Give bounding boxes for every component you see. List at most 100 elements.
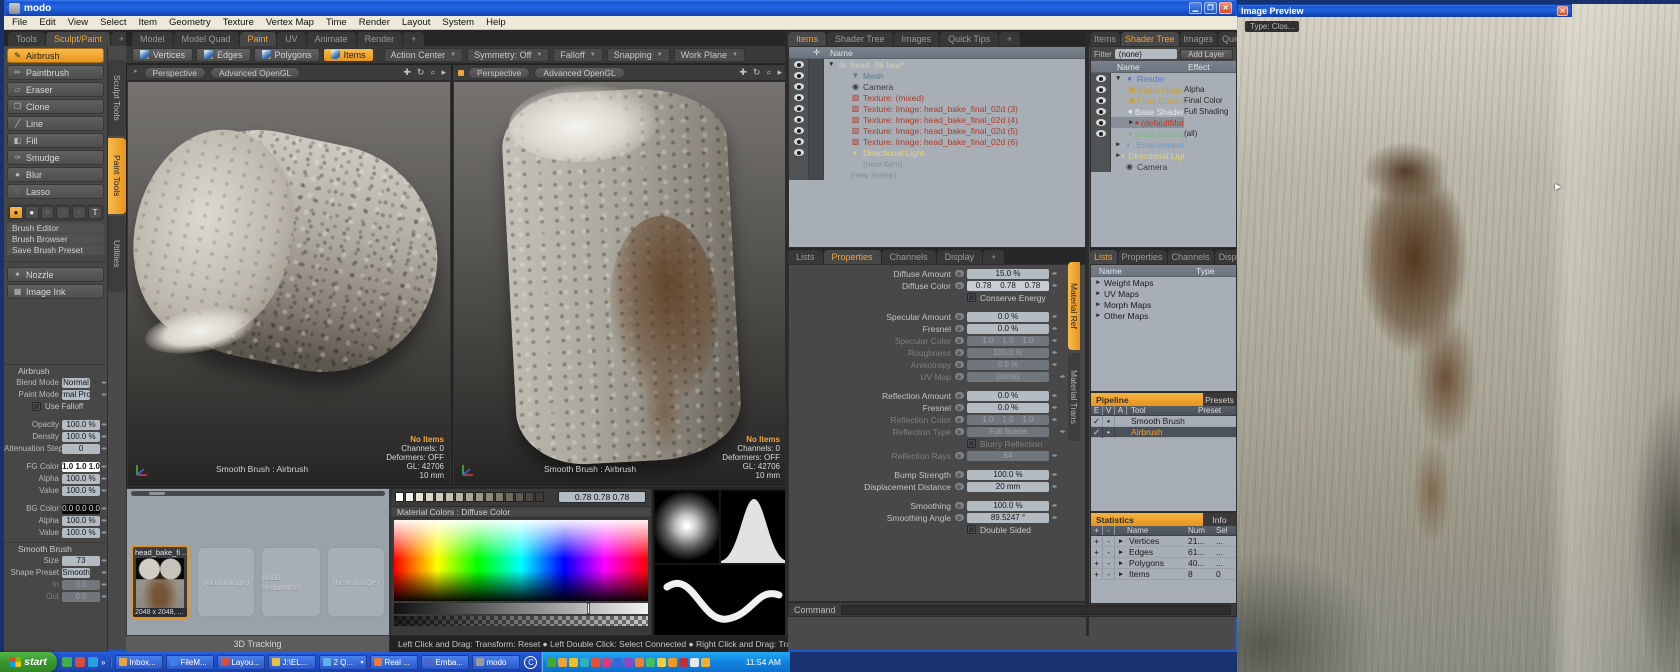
panel-splitter[interactable] <box>785 30 788 636</box>
stepper-arrows[interactable]: ◂▸ <box>100 505 108 512</box>
viewport-style-button[interactable]: Perspective <box>144 67 206 79</box>
select-add-button[interactable]: + <box>1091 547 1103 557</box>
brush-tip-button[interactable]: ✎ <box>41 206 55 219</box>
channel-dot-icon[interactable] <box>955 483 964 490</box>
enable-check[interactable]: ✓ <box>1091 427 1103 438</box>
map-group-row[interactable]: ► Weight Maps <box>1091 277 1236 288</box>
properties-tab[interactable]: Channels <box>882 250 936 264</box>
expand-arrow-icon[interactable]: ► <box>1095 301 1104 308</box>
stepper-arrows[interactable]: ◂▸ <box>1049 349 1060 356</box>
tray-icon[interactable] <box>701 658 710 667</box>
stepper-arrows[interactable]: ◂▸ <box>1049 270 1060 277</box>
color-swatch[interactable] <box>485 492 494 502</box>
shader-panel-tab[interactable]: Images <box>1180 32 1218 46</box>
select-remove-button[interactable]: - <box>1103 536 1115 546</box>
chevron-down-icon[interactable]: ▼ <box>90 392 100 398</box>
property-field[interactable]: 100.0 % <box>62 528 100 538</box>
stepper-arrows[interactable]: ◂▸ <box>1049 514 1060 521</box>
enable-check[interactable]: ✓ <box>1091 416 1103 427</box>
menu-item[interactable]: Edit <box>39 17 55 28</box>
shader-panel-tab[interactable]: Items <box>1090 32 1120 46</box>
tool-button[interactable]: ✏ Paintbrush <box>7 65 104 80</box>
stepper-arrows[interactable]: ◂▸ <box>100 475 108 482</box>
channel-dot-icon[interactable] <box>955 325 964 332</box>
tray-icon[interactable] <box>569 658 578 667</box>
texture-preview-image[interactable] <box>1237 4 1680 672</box>
tool-button[interactable]: ◌ Lasso <box>7 184 104 199</box>
close-button[interactable]: ✕ <box>1557 6 1568 16</box>
brush-link-button[interactable]: Brush Editor <box>7 223 104 233</box>
tool-button[interactable]: ✑ Smudge <box>7 150 104 165</box>
tray-icon[interactable] <box>613 658 622 667</box>
mode-button[interactable]: Vertices <box>132 48 193 62</box>
item-row[interactable]: (new scene) <box>789 169 1085 180</box>
item-row[interactable]: ▨ Texture: Image: head_bake_final_02d (6… <box>789 136 1085 147</box>
expand-arrow-icon[interactable]: ▼ <box>1115 75 1124 82</box>
expand-arrow-icon[interactable]: ► <box>1115 538 1127 545</box>
preview-type-dropdown[interactable]: Type: Clos... <box>1245 21 1299 32</box>
channel-dot-icon[interactable] <box>955 270 964 277</box>
property-field[interactable]: 1.0 1.0 1.0 <box>62 462 100 472</box>
channel-dot-icon[interactable] <box>955 392 964 399</box>
tool-button[interactable]: ╱ Line <box>7 116 104 131</box>
stepper-arrows[interactable]: ◂▸ <box>1049 483 1060 490</box>
visibility-eye-icon[interactable] <box>1096 108 1106 115</box>
channel-dot-icon[interactable] <box>955 361 964 368</box>
tray-icon[interactable] <box>624 658 633 667</box>
stepper-arrows[interactable]: ◂▸ <box>100 557 108 564</box>
viewport-nav-icon[interactable]: ↻ <box>753 67 761 78</box>
color-swatch[interactable] <box>535 492 544 502</box>
shader-row[interactable]: ▣ Final Color Output Final Color <box>1091 95 1236 106</box>
tray-icon[interactable] <box>657 658 666 667</box>
visibility-eye-icon[interactable] <box>794 127 804 134</box>
pipeline-title[interactable]: Pipeline <box>1091 393 1203 406</box>
items-panel-tab[interactable]: Shader Tree <box>827 32 893 46</box>
select-remove-button[interactable]: - <box>1103 547 1115 557</box>
tool-button[interactable]: ✎ Airbrush <box>7 48 104 63</box>
menu-item[interactable]: System <box>442 17 474 28</box>
channel-dot-icon[interactable] <box>955 404 964 411</box>
item-row[interactable]: ▨ Texture: Image: head_bake_final_02d (4… <box>789 114 1085 125</box>
alpha-checker-bar[interactable] <box>394 616 648 626</box>
mode-button[interactable]: Edges <box>196 48 251 62</box>
ink-tool-button[interactable]: ✦ Nozzle <box>7 267 104 282</box>
viewport-nav-icon[interactable]: ⌕ <box>430 67 435 78</box>
color-swatch[interactable] <box>405 492 414 502</box>
property-field[interactable]: 0.0 <box>62 592 100 602</box>
visibility-eye-icon[interactable] <box>794 105 804 112</box>
color-swatch[interactable] <box>445 492 454 502</box>
task-window-button[interactable]: FileM... <box>166 655 214 670</box>
color-swatch[interactable] <box>415 492 424 502</box>
viewport-nav-icon[interactable]: ▸ <box>777 67 782 78</box>
viewport-style-button[interactable]: Advanced OpenGL <box>534 67 624 79</box>
task-window-button[interactable]: J:\EL... <box>268 655 316 670</box>
stepper-arrows[interactable]: ◂▸ <box>100 529 108 536</box>
property-field[interactable]: 0.0 % <box>967 360 1049 370</box>
menu-item[interactable]: Help <box>486 17 506 28</box>
panel-arrow-icon[interactable]: ▶ <box>1555 182 1561 191</box>
shader-row[interactable]: ► ◐ Directional Light <box>1091 150 1236 161</box>
stepper-arrows[interactable]: ◂▸ <box>100 593 108 600</box>
menu-item[interactable]: File <box>12 17 27 28</box>
items-panel-tab[interactable]: Items <box>788 32 826 46</box>
property-field[interactable]: Smooth <box>62 568 90 578</box>
shader-row[interactable]: ► ● (defaultMat) <box>1091 117 1236 128</box>
tray-icon[interactable] <box>690 658 699 667</box>
tool-tab[interactable]: Tools <box>8 32 45 46</box>
property-field[interactable]: (none) <box>967 372 1049 382</box>
shader-row[interactable]: ● Base Material (all) <box>1091 128 1236 139</box>
map-group-row[interactable]: ► UV Maps <box>1091 288 1236 299</box>
add-column-header[interactable]: ✛ <box>809 47 824 58</box>
property-field[interactable]: Normal <box>62 378 90 388</box>
property-field[interactable]: 20 mm <box>967 482 1049 492</box>
channel-dot-icon[interactable] <box>955 416 964 423</box>
color-swatch[interactable] <box>435 492 444 502</box>
channel-dot-icon[interactable] <box>955 337 964 344</box>
mode-button[interactable]: Polygons <box>254 48 320 62</box>
checkbox[interactable] <box>967 293 976 302</box>
quick-launch-icon[interactable] <box>88 657 98 667</box>
property-field[interactable]: Normal Proj ... <box>62 390 90 400</box>
viewport-nav-icon[interactable]: ✚ <box>403 67 411 78</box>
stepper-arrows[interactable]: ◂▸ <box>100 379 108 386</box>
property-field[interactable]: 0.0 % <box>967 391 1049 401</box>
